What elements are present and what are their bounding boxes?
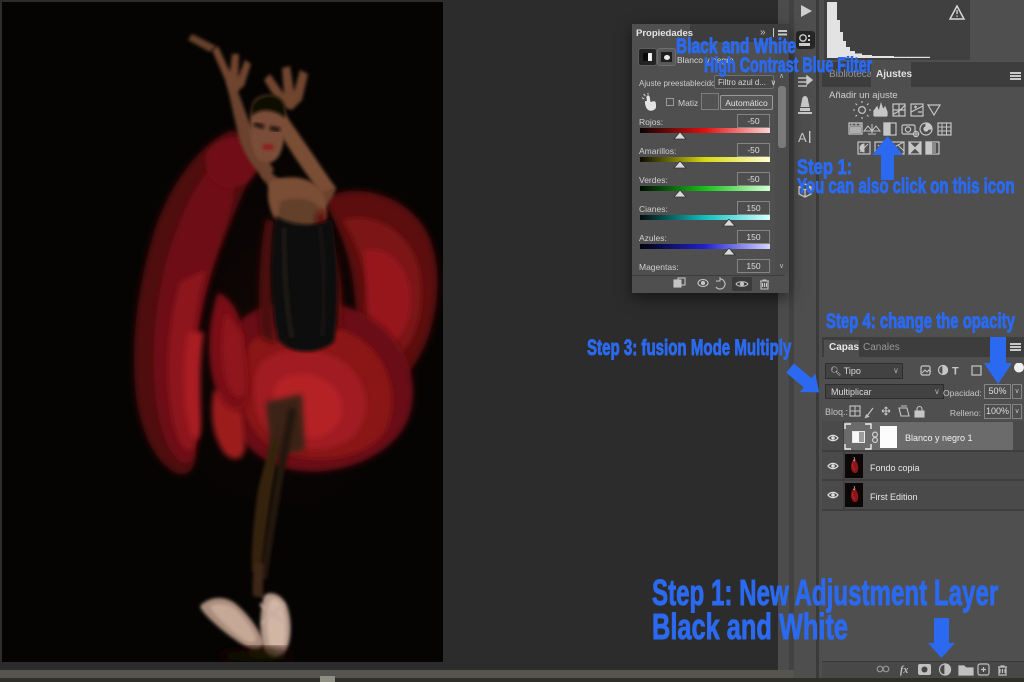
svg-text:A: A xyxy=(798,130,807,145)
svg-text:T: T xyxy=(952,366,959,378)
svg-text:fx: fx xyxy=(900,665,908,676)
